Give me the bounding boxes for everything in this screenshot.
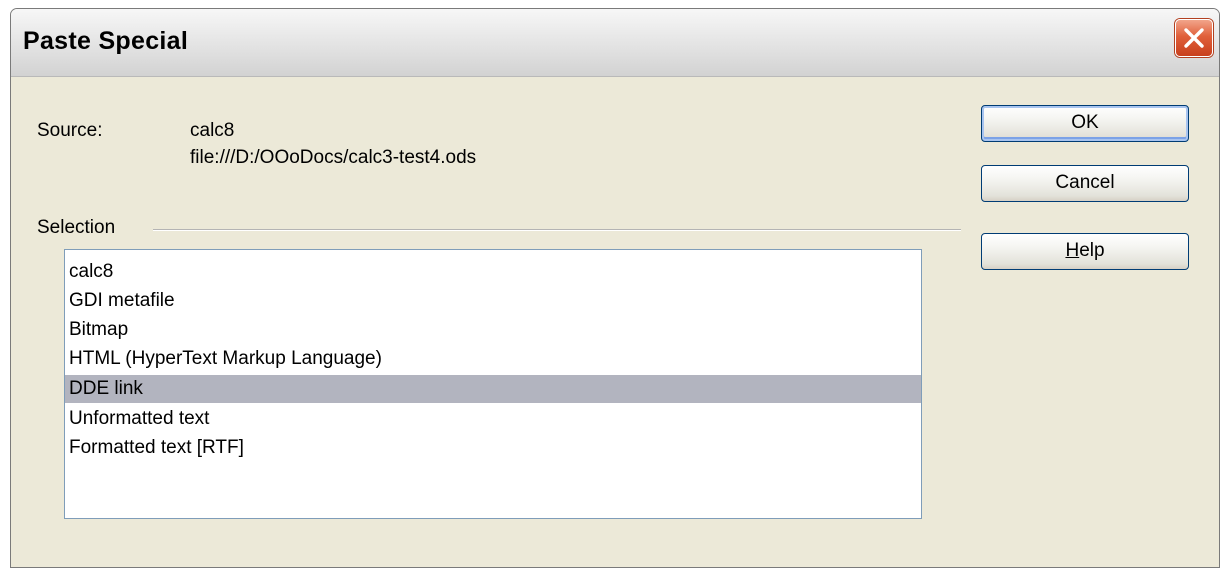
selection-label: Selection — [37, 217, 116, 238]
ok-button[interactable]: OK — [981, 105, 1189, 142]
title-bar[interactable]: Paste Special — [11, 9, 1219, 77]
selection-separator — [153, 229, 961, 231]
dialog-title: Paste Special — [23, 27, 189, 55]
list-item-dde-link[interactable]: DDE link — [65, 375, 921, 403]
cancel-button[interactable]: Cancel — [981, 165, 1189, 202]
source-file: file:///D:/OOoDocs/calc3-test4.ods — [190, 147, 477, 168]
help-label-rest: elp — [1079, 240, 1105, 261]
list-item-unformatted-text[interactable]: Unformatted text — [65, 405, 921, 433]
selection-listbox[interactable]: calc8 GDI metafile Bitmap HTML (HyperTex… — [64, 249, 922, 519]
close-button[interactable] — [1175, 19, 1213, 57]
paste-special-dialog: Paste Special Source: calc8 file:///D:/O… — [10, 8, 1220, 568]
source-label: Source: — [37, 120, 103, 141]
help-mnemonic: H — [1065, 240, 1080, 261]
list-item-html[interactable]: HTML (HyperText Markup Language) — [65, 345, 921, 373]
list-item-formatted-text-rtf[interactable]: Formatted text [RTF] — [65, 434, 921, 462]
help-button[interactable]: Help — [981, 233, 1189, 270]
source-app: calc8 — [190, 120, 235, 141]
list-item-bitmap[interactable]: Bitmap — [65, 316, 921, 344]
list-item-gdi-metafile[interactable]: GDI metafile — [65, 287, 921, 315]
list-item-calc8[interactable]: calc8 — [65, 258, 921, 286]
close-icon — [1184, 28, 1204, 48]
